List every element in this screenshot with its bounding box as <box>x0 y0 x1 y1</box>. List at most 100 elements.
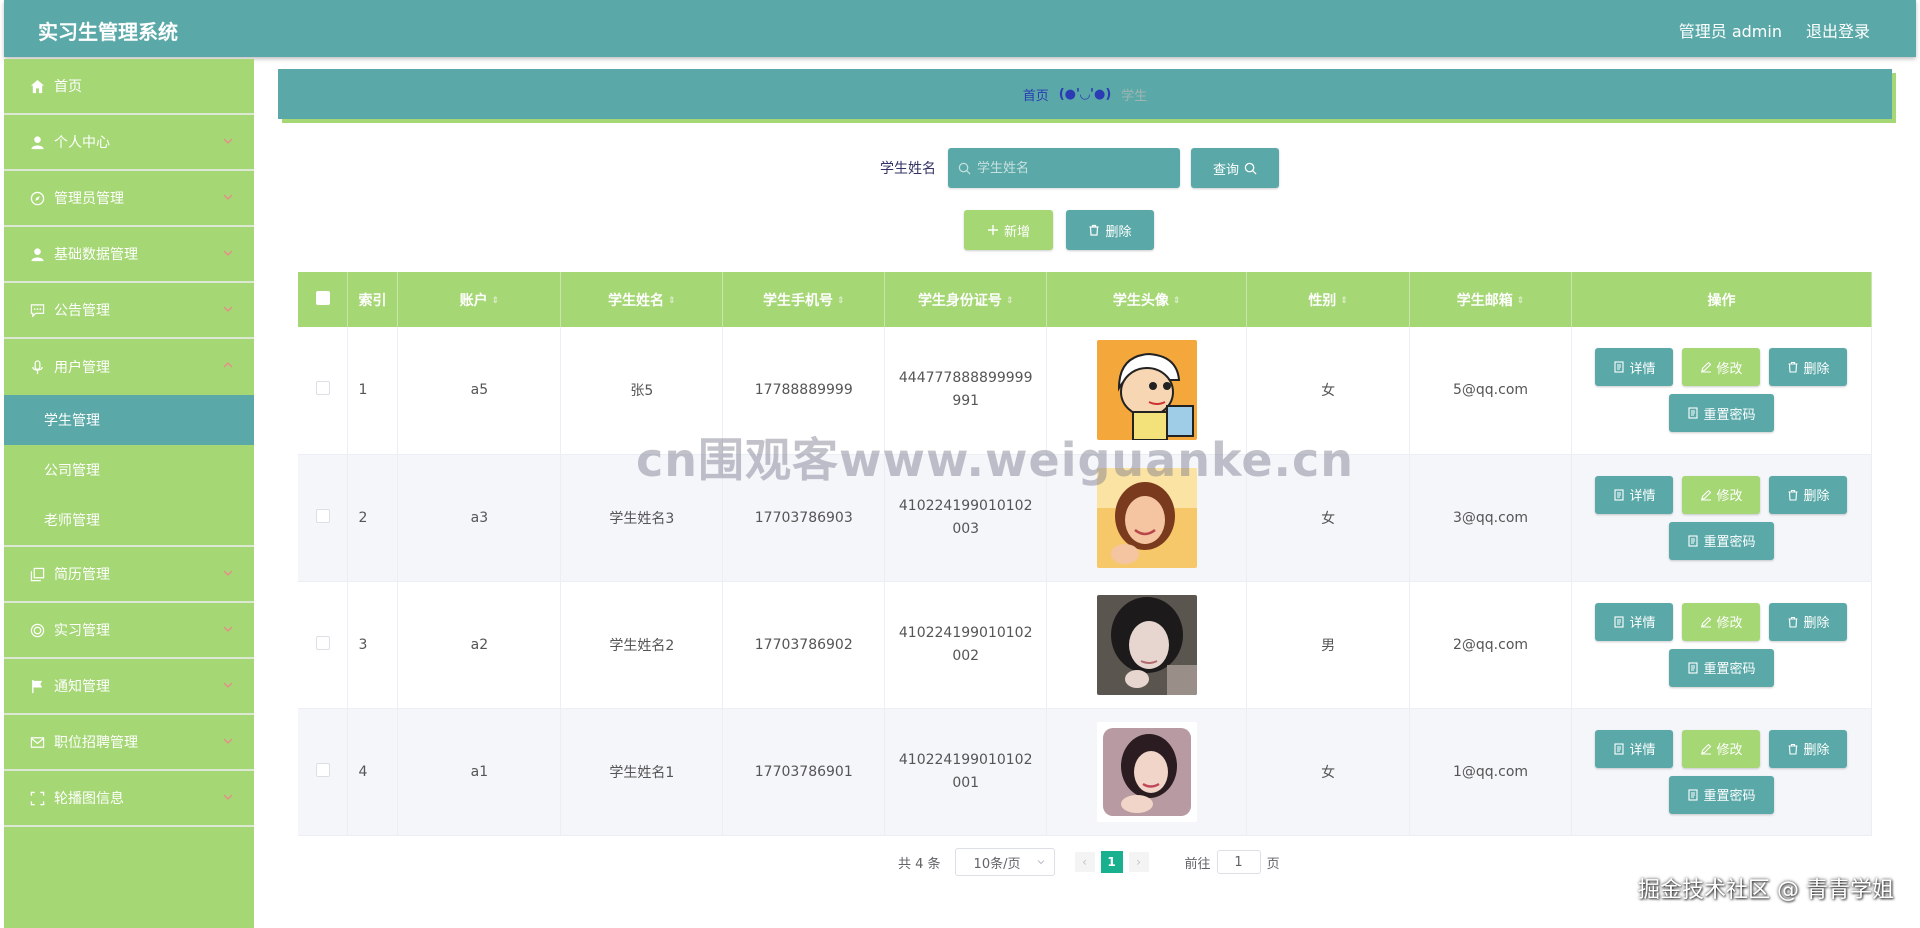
page-size-select[interactable]: 10条/页 <box>954 848 1055 876</box>
col-header-account[interactable]: 账户 ⇕ <box>397 272 562 327</box>
breadcrumb-separator: (●'◡'●) <box>1058 86 1112 102</box>
sidebar-item-internship[interactable]: 实习管理 <box>4 603 254 659</box>
goto-page-input[interactable] <box>1216 850 1261 874</box>
current-user: 管理员 admin <box>1678 22 1782 41</box>
delete-button[interactable]: 删除 <box>1769 602 1848 641</box>
sidebar-item-label: 实习管理 <box>54 623 110 639</box>
reset-password-button-label: 重置密码 <box>1703 535 1756 550</box>
home-icon <box>28 77 46 95</box>
sidebar-item-admin-mgmt[interactable]: 管理员管理 <box>4 171 254 227</box>
student-avatar-image[interactable] <box>1096 467 1197 568</box>
chevron-up-icon <box>223 362 233 368</box>
detail-button[interactable]: 详情 <box>1595 348 1674 387</box>
select-all-checkbox[interactable] <box>315 290 330 305</box>
search-label: 学生姓名 <box>880 161 936 177</box>
student-avatar-image[interactable] <box>1096 721 1197 822</box>
delete-button-label: 删除 <box>1803 616 1830 631</box>
row-checkbox[interactable] <box>315 635 330 650</box>
col-header-email[interactable]: 学生邮箱 ⇕ <box>1409 272 1572 327</box>
chevron-down-icon <box>223 738 233 744</box>
add-button[interactable]: 新增 <box>964 210 1053 250</box>
goto-prefix: 前往 <box>1184 856 1211 872</box>
edit-button[interactable]: 修改 <box>1682 348 1761 387</box>
page-number-active[interactable]: 1 <box>1100 851 1123 873</box>
sidebar-item-notice[interactable]: 通知管理 <box>4 659 254 715</box>
sort-icon: ⇕ <box>1516 295 1525 306</box>
chat-icon <box>28 301 46 319</box>
document-icon <box>1688 788 1699 801</box>
sidebar-item-resume[interactable]: 简历管理 <box>4 547 254 603</box>
sort-icon: ⇕ <box>491 295 500 306</box>
edit-button[interactable]: 修改 <box>1682 475 1761 514</box>
cell-gender: 男 <box>1246 581 1411 709</box>
cell-gender: 女 <box>1246 708 1411 836</box>
cell-avatar <box>1046 581 1248 709</box>
reset-password-button-label: 重置密码 <box>1703 662 1756 677</box>
col-header-label: 学生身份证号 <box>917 292 1002 309</box>
detail-button[interactable]: 详情 <box>1595 602 1674 641</box>
student-avatar-image[interactable] <box>1096 594 1197 695</box>
col-header-avatar[interactable]: 学生头像 ⇕ <box>1046 272 1248 327</box>
cell-index: 3 <box>347 581 399 709</box>
sort-icon: ⇕ <box>1005 295 1014 306</box>
sidebar-item-user-mgmt[interactable]: 用户管理 <box>4 339 254 395</box>
sidebar-item-base-data[interactable]: 基础数据管理 <box>4 227 254 283</box>
sidebar-subitem-company-mgmt[interactable]: 公司管理 <box>4 445 254 495</box>
sidebar-item-announcement[interactable]: 公告管理 <box>4 283 254 339</box>
query-button-label: 查询 <box>1212 162 1239 178</box>
sidebar-item-home[interactable]: 首页 <box>4 59 254 115</box>
delete-button[interactable]: 删除 <box>1769 475 1848 514</box>
detail-button[interactable]: 详情 <box>1595 729 1674 768</box>
delete-button[interactable]: 删除 <box>1769 729 1848 768</box>
query-button[interactable]: 查询 <box>1191 148 1279 188</box>
plus-icon <box>987 225 998 235</box>
row-checkbox[interactable] <box>315 508 330 523</box>
sidebar-subitem-student-mgmt[interactable]: 学生管理 <box>4 395 254 445</box>
sidebar-item-label: 个人中心 <box>54 135 110 151</box>
reset-password-button[interactable]: 重置密码 <box>1668 394 1774 433</box>
sidebar-item-job-recruit[interactable]: 职位招聘管理 <box>4 715 254 771</box>
reset-password-button[interactable]: 重置密码 <box>1668 521 1774 560</box>
sidebar-item-label: 基础数据管理 <box>54 247 138 263</box>
delete-button-label: 删除 <box>1803 489 1830 504</box>
chevron-down-icon <box>223 250 233 256</box>
trash-icon <box>1788 489 1798 501</box>
detail-button-label: 详情 <box>1629 743 1656 758</box>
detail-button[interactable]: 详情 <box>1595 475 1674 514</box>
prev-page-button[interactable]: ‹ <box>1074 852 1095 872</box>
col-header-name[interactable]: 学生姓名 ⇕ <box>560 272 724 327</box>
col-header-gender[interactable]: 性别 ⇕ <box>1246 272 1411 327</box>
next-page-button[interactable]: › <box>1128 852 1149 872</box>
cell-account: a2 <box>397 581 562 709</box>
detail-button-label: 详情 <box>1629 361 1656 377</box>
col-header-index: 索引 <box>347 272 399 327</box>
cell-ops: 详情 修改 删除 重置密码 <box>1571 581 1873 709</box>
search-field[interactable] <box>948 148 1180 188</box>
breadcrumb-home[interactable]: 首页 <box>1023 85 1049 104</box>
sidebar-item-carousel[interactable]: 轮播图信息 <box>4 771 254 827</box>
reset-password-button[interactable]: 重置密码 <box>1668 775 1774 814</box>
edit-button[interactable]: 修改 <box>1682 729 1761 768</box>
logout-link[interactable]: 退出登录 <box>1806 18 1870 42</box>
sort-icon: ⇕ <box>1172 295 1181 306</box>
search-input[interactable] <box>977 160 1167 176</box>
student-avatar-image[interactable] <box>1096 340 1197 441</box>
pencil-icon <box>1701 743 1712 755</box>
search-icon <box>958 162 971 174</box>
reset-password-button[interactable]: 重置密码 <box>1668 648 1774 687</box>
sidebar-item-label: 公告管理 <box>54 303 110 319</box>
cell-account: a5 <box>397 327 562 455</box>
delete-button[interactable]: 删除 <box>1769 348 1848 387</box>
col-header-id[interactable]: 学生身份证号 ⇕ <box>884 272 1048 327</box>
col-header-phone[interactable]: 学生手机号 ⇕ <box>722 272 886 327</box>
edit-button[interactable]: 修改 <box>1682 602 1761 641</box>
cell-ops: 详情 修改 删除 重置密码 <box>1571 327 1873 455</box>
cell-id: 410224199010102002 <box>884 581 1048 709</box>
row-checkbox[interactable] <box>315 381 330 396</box>
bulk-delete-button[interactable]: 删除 <box>1066 210 1154 250</box>
row-checkbox[interactable] <box>315 762 330 777</box>
sidebar-item-label: 简历管理 <box>54 567 110 583</box>
sidebar-subitem-teacher-mgmt[interactable]: 老师管理 <box>4 495 254 545</box>
delete-button-label: 删除 <box>1803 361 1830 377</box>
sidebar-item-personal-center[interactable]: 个人中心 <box>4 115 254 171</box>
